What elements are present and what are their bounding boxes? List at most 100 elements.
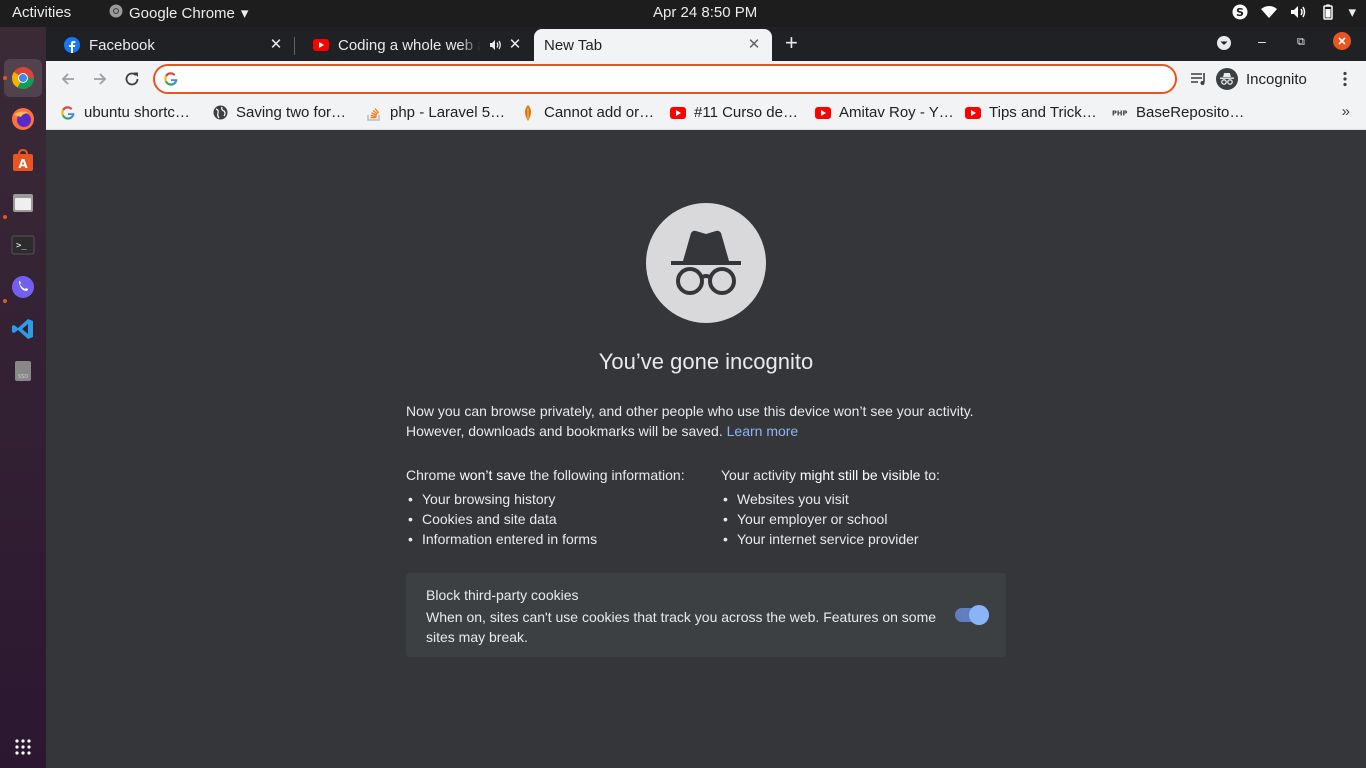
svg-text:A: A bbox=[18, 157, 28, 171]
profile-label: Incognito bbox=[1246, 70, 1307, 88]
software-center-icon[interactable]: A bbox=[9, 147, 37, 175]
menu-kebab-icon[interactable] bbox=[1336, 70, 1354, 88]
firefox-icon[interactable] bbox=[9, 105, 37, 133]
bookmark-item[interactable]: php - Laravel 5… bbox=[366, 104, 505, 121]
youtube-icon bbox=[965, 105, 981, 121]
tab-strip: Facebook ✕ Coding a whole web ap ✕ New T… bbox=[46, 27, 1366, 61]
bookmark-label: #11 Curso de… bbox=[694, 104, 798, 121]
tab-search-icon[interactable] bbox=[1216, 35, 1232, 54]
incognito-hero-icon bbox=[646, 203, 766, 323]
system-menu-caret-icon[interactable]: ▾ bbox=[1348, 3, 1356, 21]
youtube-icon bbox=[670, 105, 686, 121]
cookie-card-description: When on, sites can't use cookies that tr… bbox=[426, 609, 937, 645]
google-icon bbox=[164, 72, 178, 91]
terminal-icon[interactable]: >_ bbox=[9, 231, 37, 259]
bookmarks-overflow-chevron-icon[interactable]: » bbox=[1342, 103, 1350, 120]
tab-title: Facebook bbox=[89, 36, 155, 54]
omnibox[interactable] bbox=[153, 64, 1177, 94]
gnome-top-bar: Activities Google Chrome ▾ Apr 24 8:50 P… bbox=[0, 0, 1366, 27]
volume-icon[interactable] bbox=[1290, 5, 1308, 19]
viber-icon[interactable] bbox=[9, 273, 37, 301]
drive-icon[interactable]: SSD bbox=[9, 357, 37, 385]
svg-text:>_: >_ bbox=[16, 241, 27, 251]
incognito-ntp: You’ve gone incognito Now you can browse… bbox=[46, 131, 1366, 768]
bookmark-item[interactable]: Tips and Trick… bbox=[965, 104, 1097, 121]
minimize-button[interactable]: – bbox=[1258, 33, 1266, 49]
close-tab-icon[interactable]: ✕ bbox=[268, 37, 284, 53]
stackoverflow-icon bbox=[366, 105, 382, 121]
new-tab-button[interactable]: + bbox=[785, 32, 798, 54]
bookmark-label: php - Laravel 5… bbox=[390, 104, 506, 121]
bookmark-item[interactable]: Saving two for… bbox=[212, 104, 346, 121]
globe-icon bbox=[212, 105, 228, 121]
leaf-icon bbox=[520, 104, 536, 121]
bookmark-item[interactable]: ubuntu shortc… bbox=[60, 104, 190, 121]
bookmark-item[interactable]: Amitav Roy - Y… bbox=[815, 104, 954, 121]
php-icon: PHP bbox=[1112, 105, 1128, 121]
audio-playing-icon[interactable] bbox=[489, 38, 503, 55]
forward-button[interactable] bbox=[91, 70, 109, 88]
wont-save-heading: Chrome won’t save the following informat… bbox=[406, 467, 685, 483]
running-indicator bbox=[3, 299, 7, 303]
app-grid-icon[interactable] bbox=[9, 733, 37, 761]
still-visible-list: Your activity might still be visible to:… bbox=[721, 465, 1011, 549]
tab-title: New Tab bbox=[544, 36, 603, 54]
back-button[interactable] bbox=[59, 70, 77, 88]
youtube-icon bbox=[313, 37, 329, 53]
omnibox-input[interactable] bbox=[183, 69, 1163, 89]
app-menu-label: Google Chrome bbox=[129, 4, 235, 22]
cookie-card-title: Block third-party cookies bbox=[426, 587, 579, 603]
close-tab-icon[interactable]: ✕ bbox=[507, 37, 523, 53]
tab-facebook[interactable]: Facebook ✕ bbox=[46, 29, 294, 61]
battery-icon[interactable] bbox=[1320, 4, 1336, 20]
wont-save-list: Chrome won’t save the following informat… bbox=[406, 465, 716, 549]
facebook-icon bbox=[64, 37, 80, 53]
chrome-small-icon bbox=[109, 4, 123, 22]
close-window-button[interactable] bbox=[1333, 32, 1351, 53]
description-line-1: Now you can browse privately, and other … bbox=[406, 403, 974, 419]
google-icon bbox=[60, 105, 76, 121]
still-visible-heading: Your activity might still be visible to: bbox=[721, 467, 940, 483]
reload-button[interactable] bbox=[123, 70, 141, 88]
incognito-description: Now you can browse privately, and other … bbox=[406, 401, 1006, 441]
svg-text:SSD: SSD bbox=[18, 374, 28, 380]
vscode-icon[interactable] bbox=[9, 315, 37, 343]
bookmark-item[interactable]: Cannot add or… bbox=[520, 104, 654, 121]
clock[interactable]: Apr 24 8:50 PM bbox=[653, 4, 757, 21]
caret-down-icon: ▾ bbox=[240, 5, 249, 22]
bookmark-label: BaseReposito… bbox=[1136, 104, 1245, 121]
bookmark-item[interactable]: #11 Curso de… bbox=[670, 104, 798, 121]
app-menu[interactable]: Google Chrome ▾ bbox=[109, 4, 248, 22]
bookmark-label: ubuntu shortc… bbox=[84, 104, 190, 121]
chrome-icon[interactable] bbox=[9, 64, 37, 92]
media-controls-icon[interactable] bbox=[1190, 70, 1208, 88]
list-item: Websites you visit bbox=[721, 489, 1011, 509]
list-item: Information entered in forms bbox=[406, 529, 716, 549]
bookmark-item[interactable]: PHP BaseReposito… bbox=[1112, 104, 1244, 121]
activities-button[interactable]: Activities bbox=[12, 4, 71, 21]
running-indicator bbox=[3, 76, 7, 80]
system-tray[interactable]: S ▾ bbox=[1232, 3, 1356, 21]
running-indicator bbox=[3, 215, 7, 219]
skype-icon[interactable]: S bbox=[1232, 4, 1248, 20]
bookmark-label: Amitav Roy - Y… bbox=[839, 104, 954, 121]
wifi-icon[interactable] bbox=[1260, 5, 1278, 19]
incognito-profile-button[interactable]: Incognito bbox=[1216, 64, 1307, 94]
close-tab-icon[interactable]: ✕ bbox=[746, 37, 762, 53]
files-icon[interactable] bbox=[9, 189, 37, 217]
tab-new-tab[interactable]: New Tab ✕ bbox=[534, 29, 772, 61]
incognito-icon bbox=[1216, 68, 1238, 90]
list-item: Your browsing history bbox=[406, 489, 716, 509]
block-cookies-toggle[interactable] bbox=[955, 605, 989, 625]
page-title: You’ve gone incognito bbox=[598, 349, 814, 374]
tab-title: Coding a whole web ap bbox=[338, 36, 481, 54]
description-line-2: However, downloads and bookmarks will be… bbox=[406, 423, 723, 439]
learn-more-link[interactable]: Learn more bbox=[727, 423, 799, 439]
bookmarks-bar: ubuntu shortc… Saving two for… php - Lar… bbox=[46, 97, 1366, 130]
restore-button[interactable]: ⧉ bbox=[1297, 36, 1305, 49]
bookmark-label: Saving two for… bbox=[236, 104, 347, 121]
svg-text:PHP: PHP bbox=[1112, 109, 1127, 117]
tab-youtube-video[interactable]: Coding a whole web ap ✕ bbox=[295, 29, 533, 61]
third-party-cookie-card: Block third-party cookies When on, sites… bbox=[406, 573, 1006, 657]
toggle-knob bbox=[969, 605, 989, 625]
